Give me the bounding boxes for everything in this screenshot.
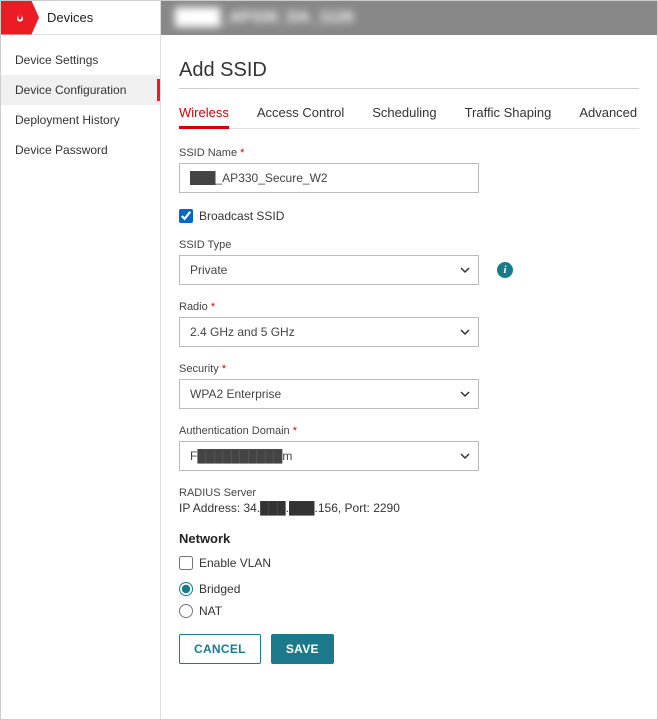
tab-access-control[interactable]: Access Control	[257, 105, 344, 128]
ssid-type-label: SSID Type	[179, 239, 639, 251]
chevron-down-icon	[460, 451, 470, 461]
device-name-title: ████_AP330_DA_1126	[175, 9, 354, 27]
cancel-button[interactable]: CANCEL	[179, 634, 261, 664]
network-heading: Network	[179, 531, 639, 546]
auth-domain-label: Authentication Domain *	[179, 425, 639, 437]
chevron-down-icon	[460, 327, 470, 337]
chevron-down-icon	[460, 389, 470, 399]
sidebar-item-deployment-history[interactable]: Deployment History	[1, 105, 160, 135]
title-divider	[179, 88, 639, 89]
enable-vlan-checkbox[interactable]: Enable VLAN	[179, 556, 639, 570]
broadcast-ssid-checkbox[interactable]: Broadcast SSID	[179, 209, 639, 223]
radio-select[interactable]: 2.4 GHz and 5 GHz	[179, 317, 479, 347]
sidebar-header: Devices	[1, 1, 160, 35]
tab-scheduling[interactable]: Scheduling	[372, 105, 436, 128]
radio-label: Radio *	[179, 301, 639, 313]
tabs: Wireless Access Control Scheduling Traff…	[179, 105, 639, 129]
enable-vlan-input[interactable]	[179, 556, 193, 570]
network-nat-radio[interactable]: NAT	[179, 604, 639, 618]
chevron-down-icon	[460, 265, 470, 275]
brand-logo-icon	[1, 1, 39, 35]
main-panel: ████_AP330_DA_1126 Add SSID Wireless Acc…	[161, 1, 657, 719]
topbar: ████_AP330_DA_1126	[161, 1, 657, 35]
sidebar-item-device-password[interactable]: Device Password	[1, 135, 160, 165]
nat-radio-input[interactable]	[179, 604, 193, 618]
ssid-name-input[interactable]	[179, 163, 479, 193]
ssid-type-select[interactable]: Private	[179, 255, 479, 285]
sidebar-item-device-configuration[interactable]: Device Configuration	[1, 75, 160, 105]
tab-advanced[interactable]: Advanced	[579, 105, 637, 128]
tab-wireless[interactable]: Wireless	[179, 105, 229, 128]
radius-server-value: IP Address: 34.███.███.156, Port: 2290	[179, 501, 639, 515]
security-select[interactable]: WPA2 Enterprise	[179, 379, 479, 409]
bridged-radio-input[interactable]	[179, 582, 193, 596]
sidebar-item-device-settings[interactable]: Device Settings	[1, 45, 160, 75]
sidebar-items: Device Settings Device Configuration Dep…	[1, 35, 160, 165]
broadcast-ssid-input[interactable]	[179, 209, 193, 223]
auth-domain-select[interactable]: F██████████m	[179, 441, 479, 471]
radius-server-label: RADIUS Server	[179, 487, 639, 499]
info-icon[interactable]: i	[497, 262, 513, 278]
save-button[interactable]: SAVE	[271, 634, 334, 664]
sidebar: Devices Device Settings Device Configura…	[1, 1, 161, 719]
page-title: Add SSID	[179, 59, 639, 82]
security-label: Security *	[179, 363, 639, 375]
sidebar-title: Devices	[39, 10, 93, 25]
ssid-name-label: SSID Name *	[179, 147, 639, 159]
network-bridged-radio[interactable]: Bridged	[179, 582, 639, 596]
tab-traffic-shaping[interactable]: Traffic Shaping	[465, 105, 552, 128]
